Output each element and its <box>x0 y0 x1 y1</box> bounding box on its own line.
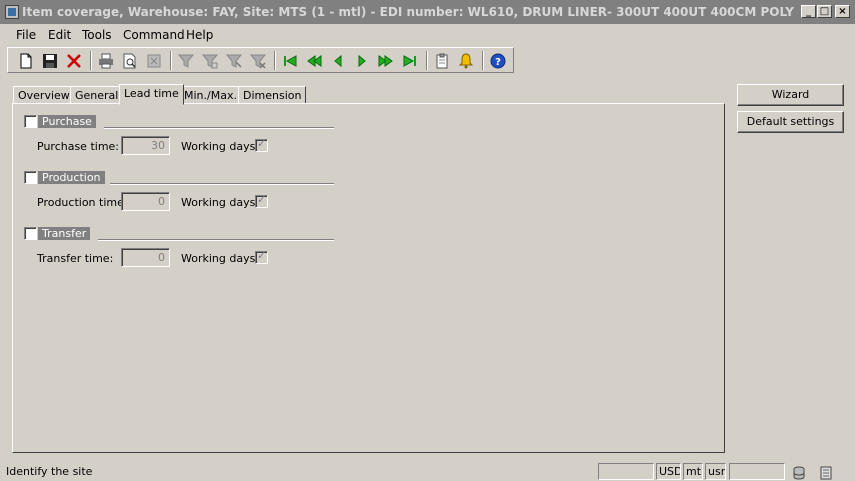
advanced-filter-icon[interactable] <box>225 52 242 69</box>
production-checkbox[interactable] <box>24 171 37 184</box>
production-group-label: Production <box>38 171 105 184</box>
production-time-label: Production time: <box>37 196 128 209</box>
production-working-days-checkbox[interactable] <box>255 193 268 208</box>
alert-bell-icon[interactable] <box>457 52 474 69</box>
layer-icon[interactable] <box>817 464 834 481</box>
first-record-icon[interactable] <box>281 52 298 69</box>
next-record-icon[interactable] <box>353 52 370 69</box>
purchase-time-field[interactable]: 30 <box>121 136 170 155</box>
menu-help[interactable]: Help <box>186 28 213 42</box>
menu-bar: File Edit Tools Command Help <box>0 25 855 45</box>
wizard-button[interactable]: Wizard <box>737 84 844 106</box>
status-bar: Identify the site USD mtl usr <box>0 462 855 481</box>
window-title: Item coverage, Warehouse: FAY, Site: MTS… <box>22 5 794 19</box>
transfer-group-header: Transfer <box>24 227 334 241</box>
purchase-time-label: Purchase time: <box>37 140 120 153</box>
toolbar-separator <box>274 51 276 70</box>
previous-record-icon[interactable] <box>329 52 346 69</box>
production-time-field[interactable]: 0 <box>121 192 170 211</box>
menu-file[interactable]: File <box>16 28 36 42</box>
toolbar-separator <box>482 51 484 70</box>
new-record-icon[interactable] <box>17 52 34 69</box>
tab-general[interactable]: General <box>70 86 124 104</box>
status-user: usr <box>705 463 726 480</box>
purchase-checkbox[interactable] <box>24 115 37 128</box>
group-divider <box>110 183 334 185</box>
title-bar: Item coverage, Warehouse: FAY, Site: MTS… <box>0 0 855 24</box>
purchase-working-days-checkbox[interactable] <box>255 137 268 152</box>
previous-page-icon[interactable] <box>305 52 322 69</box>
group-divider <box>98 239 334 241</box>
export-icon[interactable] <box>145 52 162 69</box>
production-working-days-label: Working days: <box>181 196 260 209</box>
maximize-button[interactable]: □ <box>817 5 832 18</box>
item-coverage-window: Item coverage, Warehouse: FAY, Site: MTS… <box>0 0 855 481</box>
minimize-button[interactable]: _ <box>801 5 816 18</box>
tab-lead-time[interactable]: Lead time <box>119 84 184 105</box>
close-button[interactable]: × <box>835 5 850 18</box>
filter-by-grid-icon[interactable] <box>201 52 218 69</box>
remove-filter-icon[interactable] <box>249 52 266 69</box>
toolbar-separator <box>170 51 172 70</box>
transfer-time-label: Transfer time: <box>37 252 114 265</box>
tab-min-max[interactable]: Min./Max. <box>179 86 242 104</box>
delete-icon[interactable] <box>65 52 82 69</box>
svg-text:?: ? <box>495 57 501 68</box>
lead-time-panel: Purchase Purchase time: 30 Working days:… <box>12 103 725 453</box>
group-divider <box>104 127 334 129</box>
help-icon[interactable]: ? <box>489 52 506 69</box>
toolbar-separator <box>90 51 92 70</box>
transfer-working-days-checkbox[interactable] <box>255 249 268 264</box>
status-blank-field <box>598 463 654 480</box>
menu-command[interactable]: Command <box>123 28 185 42</box>
last-record-icon[interactable] <box>401 52 418 69</box>
production-group-header: Production <box>24 171 334 185</box>
tab-dimension[interactable]: Dimension <box>238 86 307 104</box>
transfer-group-label: Transfer <box>38 227 91 240</box>
transfer-time-field[interactable]: 0 <box>121 248 170 267</box>
purchase-group-label: Purchase <box>38 115 96 128</box>
status-company: mtl <box>683 463 703 480</box>
app-icon <box>5 5 19 19</box>
save-icon[interactable] <box>41 52 58 69</box>
toolbar-separator <box>426 51 428 70</box>
menu-edit[interactable]: Edit <box>48 28 71 42</box>
document-handling-icon[interactable] <box>433 52 450 69</box>
transfer-checkbox[interactable] <box>24 227 37 240</box>
database-icon[interactable] <box>790 464 807 481</box>
transfer-working-days-label: Working days: <box>181 252 260 265</box>
print-preview-icon[interactable] <box>121 52 138 69</box>
purchase-group-header: Purchase <box>24 115 334 129</box>
next-page-icon[interactable] <box>377 52 394 69</box>
toolbar: ? <box>7 47 514 73</box>
tab-overview[interactable]: Overview <box>13 86 75 104</box>
filter-by-selection-icon[interactable] <box>177 52 194 69</box>
menu-tools[interactable]: Tools <box>82 28 112 42</box>
default-settings-button[interactable]: Default settings <box>737 111 844 133</box>
print-icon[interactable] <box>97 52 114 69</box>
status-blank-field-2 <box>729 463 785 480</box>
purchase-working-days-label: Working days: <box>181 140 260 153</box>
status-currency: USD <box>656 463 681 480</box>
status-message: Identify the site <box>6 465 93 478</box>
